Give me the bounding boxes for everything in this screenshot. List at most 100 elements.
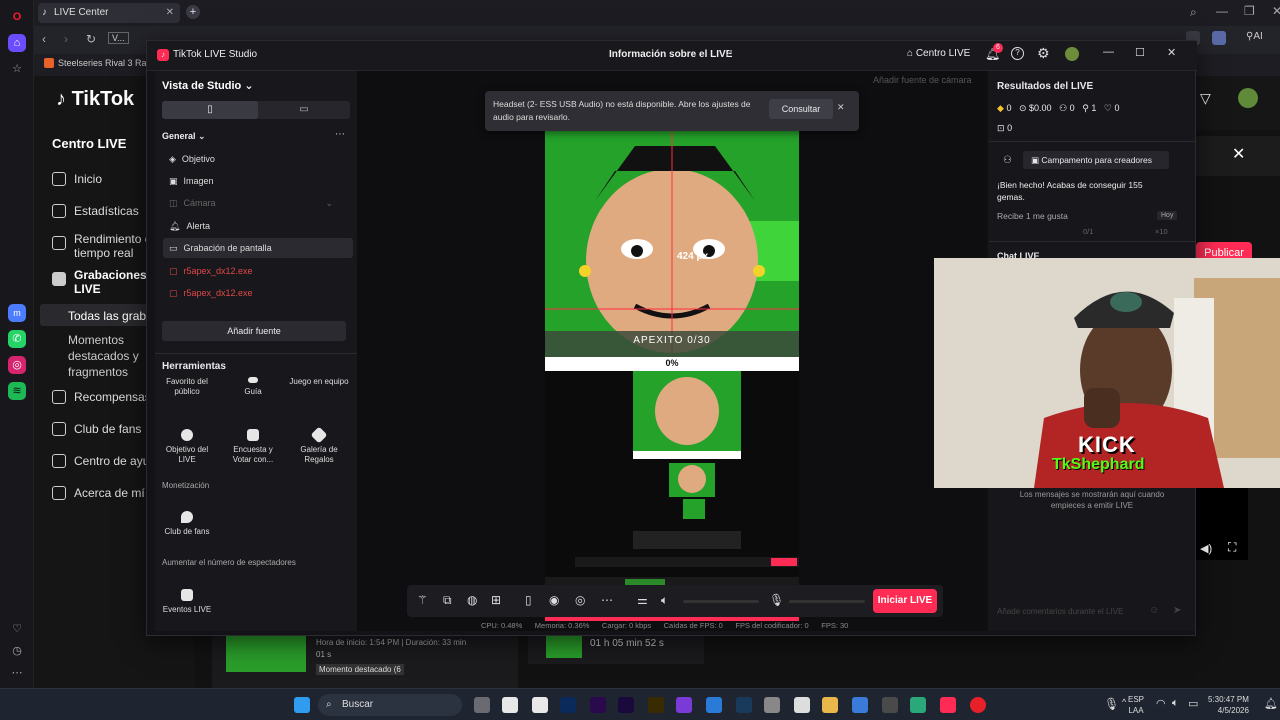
opera-icon[interactable]: [970, 697, 986, 713]
app-icon[interactable]: [852, 697, 868, 713]
start-live-button[interactable]: Iniciar LIVE: [873, 589, 937, 613]
premiere-icon[interactable]: [590, 697, 606, 713]
source-alerta[interactable]: 🔔︎ Alerta: [163, 216, 353, 236]
microphone-icon[interactable]: 🎙︎: [769, 593, 784, 607]
bootcamp-button[interactable]: ▣ Campamento para creadores: [1023, 151, 1169, 169]
history-icon[interactable]: ◷: [8, 642, 26, 660]
profile-icon[interactable]: [1212, 31, 1226, 45]
messenger-icon[interactable]: m: [8, 304, 26, 322]
close-icon[interactable]: ✕: [1167, 46, 1176, 59]
tray-chevron-icon[interactable]: ^: [1122, 697, 1126, 707]
source-r5apex-1[interactable]: ▢ r5apex_dx12.exe: [163, 261, 353, 281]
aria-ai-icon[interactable]: ⚲AI: [1246, 31, 1263, 42]
scene-more-icon[interactable]: ⋯: [335, 129, 345, 140]
vpn-badge[interactable]: V...: [108, 32, 129, 44]
nav-estadisticas[interactable]: Estadísticas: [52, 204, 139, 218]
highlight-badge[interactable]: Momento destacado (6: [316, 664, 404, 675]
avatar[interactable]: [1238, 88, 1258, 108]
opera-logo-icon[interactable]: O: [8, 8, 26, 26]
bookmark-steelseries[interactable]: Steelseries Rival 3 Ra...: [58, 58, 154, 68]
close-window-icon[interactable]: ✕: [1272, 4, 1280, 18]
phone-icon[interactable]: ▯: [525, 593, 532, 607]
toast-close-icon[interactable]: ✕: [837, 102, 845, 113]
windows-start-icon[interactable]: [294, 697, 310, 713]
nav-rendimiento[interactable]: Rendimiento e tiempo real: [52, 232, 151, 260]
screen-capture-icon[interactable]: ⧉: [443, 593, 452, 608]
clock[interactable]: 5:30:47 PM 4/5/2026: [1208, 694, 1249, 716]
minimize-icon[interactable]: —: [1103, 46, 1114, 58]
chat-input[interactable]: Añade comentarios durante el LIVE: [997, 603, 1167, 621]
source-grabacion-pantalla[interactable]: ▭ Grabación de pantalla: [163, 238, 353, 258]
speaker-volume-slider[interactable]: [683, 600, 759, 603]
tiktok-studio-icon[interactable]: [940, 697, 956, 713]
home-icon[interactable]: ⌂: [8, 34, 26, 52]
after-effects-icon[interactable]: [618, 697, 634, 713]
tiktok-logo[interactable]: ♪ TikTok: [56, 88, 134, 111]
help-icon[interactable]: ?: [1011, 47, 1024, 60]
wifi-icon[interactable]: ◠: [1156, 697, 1166, 710]
illustrator-icon[interactable]: [648, 697, 664, 713]
fullscreen-icon[interactable]: ⛶: [1228, 540, 1236, 555]
battery-icon[interactable]: ▭: [1188, 697, 1198, 710]
consultar-button[interactable]: Consultar: [769, 99, 833, 119]
filter-icon[interactable]: ▽: [1200, 90, 1211, 107]
task-view-icon[interactable]: [474, 697, 490, 713]
more-icon[interactable]: ⋯: [601, 593, 613, 607]
search-tabs-icon[interactable]: ⌕: [1190, 5, 1197, 20]
vscode-icon[interactable]: [706, 697, 722, 713]
source-r5apex-2[interactable]: ▢ r5apex_dx12.exe: [163, 283, 353, 303]
recording-card-2[interactable]: 01 h 05 min 52 s: [528, 636, 704, 664]
app-icon[interactable]: [794, 697, 810, 713]
new-tab-button[interactable]: +: [186, 5, 200, 19]
share-icon[interactable]: ↗: [725, 48, 733, 59]
tool-favorito-publico[interactable]: Favorito del público: [157, 377, 217, 397]
add-camera-hint[interactable]: Añadir fuente de cámara: [873, 75, 972, 85]
scene-general-dropdown[interactable]: General ⌄: [162, 131, 206, 142]
speaker-icon[interactable]: 🔈︎: [661, 593, 668, 608]
stream-preview[interactable]: 424 px APEXITO 0/30 0%: [545, 131, 799, 621]
centro-live-link[interactable]: ⌂ Centro LIVE: [907, 48, 970, 59]
send-icon[interactable]: ➤: [1173, 605, 1181, 616]
restore-icon[interactable]: ❐: [1244, 4, 1255, 18]
magic-wand-icon[interactable]: ⚚: [417, 593, 428, 607]
tool-club-fans[interactable]: Club de fans: [157, 511, 217, 537]
effects-icon[interactable]: ◍: [467, 593, 477, 607]
mic-tray-icon[interactable]: 🎙︎: [1104, 697, 1119, 711]
more-icon[interactable]: ⋯: [8, 664, 26, 682]
language-indicator[interactable]: ESP LAA: [1128, 694, 1144, 716]
volume-icon[interactable]: ◀): [1200, 542, 1212, 555]
studio-view-dropdown[interactable]: Vista de Studio ⌄: [162, 79, 254, 92]
proton-vpn-icon[interactable]: [676, 697, 692, 713]
forward-icon[interactable]: ›: [64, 32, 68, 46]
mixer-icon[interactable]: ⚌: [637, 593, 648, 607]
nav-recompensas[interactable]: Recompensas: [52, 390, 151, 404]
nav-acerca[interactable]: Acerca de mí: [52, 486, 145, 500]
tool-galeria-regalos[interactable]: Galería de Regalos: [289, 426, 349, 465]
app-icon[interactable]: [502, 697, 518, 713]
add-source-button[interactable]: Añadir fuente: [162, 321, 346, 341]
nav-grabaciones[interactable]: Grabaciones LIVE: [52, 268, 147, 296]
app-icon[interactable]: [532, 697, 548, 713]
recording-card[interactable]: Hora de inicio: 1:54 PM | Duración: 33 m…: [212, 636, 518, 688]
taskbar-search[interactable]: ⌕ Buscar: [318, 694, 462, 716]
minimize-icon[interactable]: —: [1216, 4, 1228, 18]
settings-gear-icon[interactable]: ⚙: [1037, 45, 1050, 62]
live-info-title[interactable]: Información sobre el LIVE: [609, 49, 732, 60]
close-tab-icon[interactable]: ✕: [166, 3, 174, 23]
tool-juego-equipo[interactable]: Juego en equipo: [289, 377, 349, 387]
tab-live-center[interactable]: ♪ LIVE Center ✕: [38, 3, 180, 23]
star-icon[interactable]: ☆: [8, 60, 26, 78]
nav-momentos[interactable]: Momentos destacados y fragmentos: [68, 332, 139, 380]
whatsapp-icon[interactable]: ✆: [8, 330, 26, 348]
photoshop-icon[interactable]: [560, 697, 576, 713]
file-explorer-icon[interactable]: [822, 697, 838, 713]
live-preview-icon[interactable]: ◎: [575, 593, 585, 607]
nav-club-fans[interactable]: Club de fans: [52, 422, 141, 436]
tool-eventos-live[interactable]: Eventos LIVE: [157, 589, 217, 615]
notifications-icon[interactable]: 🔔︎: [1264, 697, 1278, 710]
tool-guia[interactable]: Guía: [223, 377, 283, 397]
source-imagen[interactable]: ▣ Imagen: [163, 171, 353, 191]
chrome-icon[interactable]: [882, 697, 898, 713]
back-icon[interactable]: ‹: [42, 32, 46, 46]
reload-icon[interactable]: ↻: [86, 32, 96, 46]
